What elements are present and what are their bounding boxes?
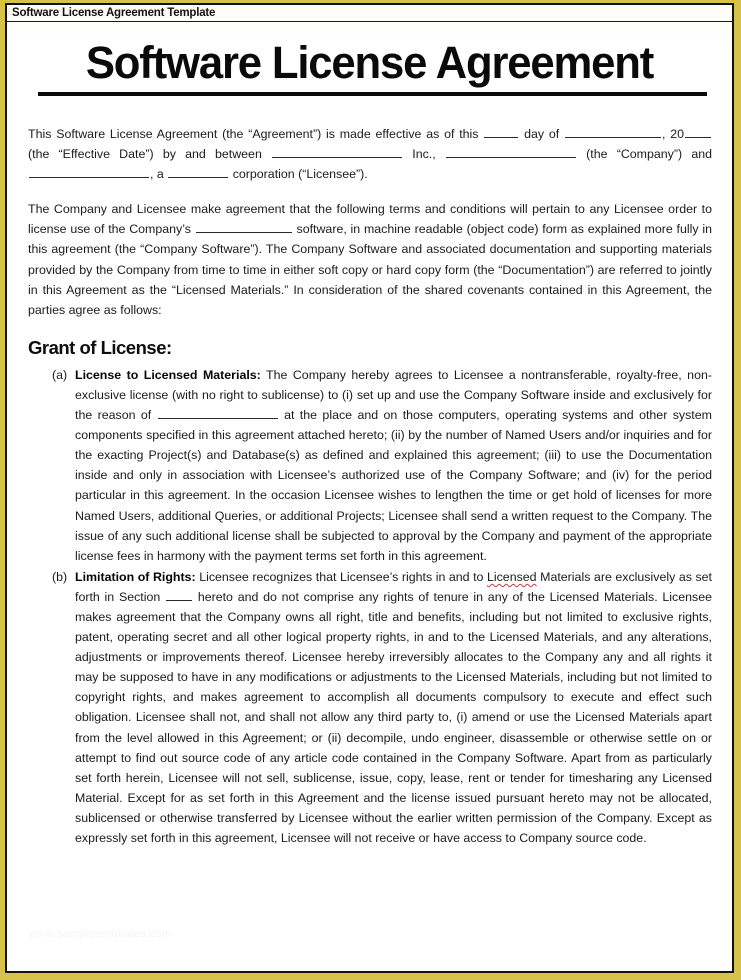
intro-text-c: , 20 <box>661 127 684 141</box>
document-title: Software License Agreement <box>85 37 654 88</box>
blank-section-number[interactable] <box>166 588 193 601</box>
clause-a: (a) License to Licensed Materials: The C… <box>52 365 712 566</box>
intro-text-a: This Software License Agreement (the “Ag… <box>28 127 479 141</box>
clause-a-body: License to Licensed Materials: The Compa… <box>75 365 712 566</box>
intro-text-f: (the “Company”) and <box>586 147 712 162</box>
blank-company-state[interactable] <box>445 145 576 159</box>
watermark: www.sampletemplates.com <box>29 928 172 940</box>
clause-b-marker: (b) <box>52 569 68 584</box>
intro-text-b: day of <box>524 127 560 141</box>
paragraph-recital: The Company and Licensee make agreement … <box>25 199 714 320</box>
clause-a-text-b: at the place and on those computers, ope… <box>75 408 712 563</box>
document-frame: Software License Agreement Template Soft… <box>0 0 741 980</box>
blank-company-name[interactable] <box>272 145 403 159</box>
intro-text-g: , a <box>150 167 164 182</box>
intro-text-e: Inc., <box>412 147 436 162</box>
clause-a-title: License to Licensed Materials: <box>75 367 261 382</box>
blank-year[interactable] <box>685 125 711 138</box>
clause-b-title: Limitation of Rights: <box>75 569 196 584</box>
document-body: Software License Agreement This Software… <box>7 37 732 971</box>
recital-text-b: software, in machine readable (object co… <box>28 222 712 317</box>
title-bar-label: Software License Agreement Template <box>12 7 216 19</box>
section-heading-grant-of-license: Grant of License: <box>28 336 172 358</box>
blank-software-name[interactable] <box>195 221 292 234</box>
blank-month[interactable] <box>564 125 661 138</box>
blank-day[interactable] <box>484 125 519 138</box>
intro-text-h: corporation (“Licensee”). <box>232 167 368 182</box>
clause-b: (b) Limitation of Rights: Licensee recog… <box>52 567 712 848</box>
paragraph-intro: This Software License Agreement (the “Ag… <box>25 124 714 184</box>
blank-licensee-state[interactable] <box>168 165 229 179</box>
spellcheck-flagged-word: Licensed <box>486 569 537 584</box>
clause-a-marker: (a) <box>52 367 68 382</box>
clause-b-text-c: hereto and do not comprise any rights of… <box>75 589 713 845</box>
blank-licensee-name[interactable] <box>29 165 149 179</box>
document-page: Software License Agreement Template Soft… <box>5 3 734 973</box>
clause-b-text-a: Licensee recognizes that Licensee’s righ… <box>199 569 484 584</box>
blank-purpose[interactable] <box>157 406 278 420</box>
clause-b-body: Limitation of Rights: Licensee recognize… <box>75 567 712 848</box>
title-bar: Software License Agreement Template <box>7 5 732 22</box>
intro-text-d: (the “Effective Date”) by and between <box>28 147 262 162</box>
title-underline-rule <box>38 92 707 96</box>
